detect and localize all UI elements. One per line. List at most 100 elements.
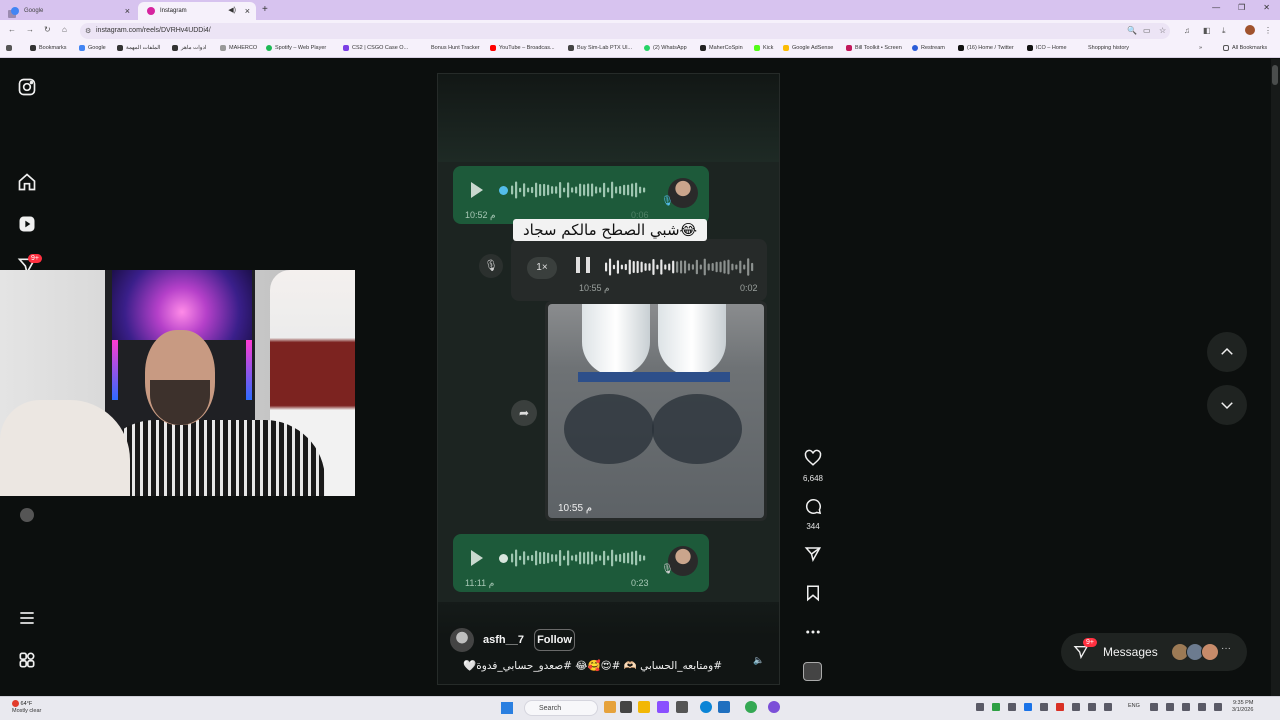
bookmark-item[interactable]: ادوات ماهر: [172, 45, 206, 51]
bookmark-item[interactable]: (16) Home / Twitter: [958, 45, 1014, 51]
previous-reel-button[interactable]: [1207, 332, 1247, 372]
browser-menu-icon[interactable]: ⋮: [1264, 26, 1272, 35]
all-bookmarks[interactable]: All Bookmarks: [1223, 45, 1267, 51]
save-button[interactable]: [802, 584, 824, 607]
tray-icon[interactable]: [1008, 703, 1016, 711]
google-favicon-icon: [11, 7, 19, 15]
tray-icon[interactable]: [1056, 703, 1064, 711]
weather-desc: Mostly clear: [12, 707, 42, 714]
tray-icon[interactable]: [1088, 703, 1096, 711]
url-bar[interactable]: ⚙ instagram.com/reels/DVRHv4UDDi4/: [80, 23, 1170, 39]
input-language[interactable]: ENG: [1128, 703, 1140, 709]
bookmark-item[interactable]: Google: [79, 45, 106, 51]
bookmark-item[interactable]: Bookmarks: [30, 45, 67, 51]
windows-start-icon[interactable]: [501, 702, 513, 714]
more-options-button[interactable]: [802, 623, 824, 646]
forward-icon[interactable]: →: [26, 25, 34, 34]
bookmark-item[interactable]: Buy Sim-Lab PTX Ul...: [568, 45, 632, 51]
reels-icon[interactable]: [16, 213, 38, 235]
extensions-icon[interactable]: ◧: [1203, 26, 1211, 35]
tab-instagram[interactable]: Instagram ◀) ×: [138, 2, 256, 20]
bookmark-item[interactable]: Bonus Hunt Tracker: [422, 45, 480, 51]
next-reel-button[interactable]: [1207, 385, 1247, 425]
bookmark-item[interactable]: Google AdSense: [783, 45, 833, 51]
close-tab-icon[interactable]: ×: [125, 6, 130, 16]
page-scrollbar[interactable]: [1271, 59, 1280, 696]
bookmark-item[interactable]: MAHERCO: [220, 45, 257, 51]
volume-icon[interactable]: 🔈: [753, 655, 764, 666]
tray-icon[interactable]: [1104, 703, 1112, 711]
close-tab-icon[interactable]: ×: [245, 6, 250, 16]
bookmark-item[interactable]: (2) WhatsApp: [644, 45, 687, 51]
bookmarks-overflow-icon[interactable]: »: [1199, 45, 1202, 51]
reel-caption[interactable]: #ومتابعه_الحسابي 🫶🏻 #😍🥰😂 #صعدو_حسابي_فدو…: [460, 659, 722, 672]
new-tab-button[interactable]: +: [262, 4, 268, 15]
site-info-icon[interactable]: ⚙: [85, 27, 91, 35]
tab-audio-icon[interactable]: ◀): [228, 6, 236, 14]
author-avatar[interactable]: [450, 628, 474, 652]
messages-button[interactable]: 9+ Messages ···: [1061, 633, 1247, 671]
file-explorer-icon[interactable]: [638, 701, 650, 713]
author-username[interactable]: asfh__7: [483, 634, 524, 646]
more-menu-icon[interactable]: [16, 607, 38, 629]
tray-icon[interactable]: [1198, 703, 1206, 711]
bookmark-item[interactable]: MaherCoSpin: [700, 45, 743, 51]
bookmark-item[interactable]: ICO – Home: [1027, 45, 1067, 51]
original-audio-thumbnail[interactable]: [803, 662, 822, 681]
edge-icon[interactable]: [700, 701, 712, 713]
media-control-icon[interactable]: ♫: [1184, 26, 1190, 35]
home-icon[interactable]: [16, 171, 38, 193]
reload-icon[interactable]: ↻: [44, 25, 51, 34]
profile-avatar[interactable]: [20, 508, 34, 522]
bookmark-item[interactable]: YouTube – Broadcas...: [490, 45, 555, 51]
taskbar-search[interactable]: Search: [524, 700, 598, 716]
bookmark-item[interactable]: Kick: [754, 45, 773, 51]
bookmark-item[interactable]: CS2 | CSGO Case O...: [343, 45, 408, 51]
downloads-icon[interactable]: ⤓: [1222, 26, 1226, 36]
share-button[interactable]: [802, 545, 824, 568]
tank-shadow: [652, 394, 742, 464]
apps-icon[interactable]: [6, 45, 12, 51]
tray-icon[interactable]: [1214, 703, 1222, 711]
scrollbar-thumb[interactable]: [1272, 65, 1278, 85]
back-icon[interactable]: ←: [8, 25, 16, 34]
volume-icon[interactable]: [1166, 703, 1174, 711]
profile-avatar[interactable]: [1245, 25, 1255, 35]
bookmark-star-icon[interactable]: ☆: [1159, 26, 1166, 35]
tray-icon[interactable]: [1040, 703, 1048, 711]
bookmark-item[interactable]: الملفات المهمة: [117, 45, 160, 51]
tray-icon[interactable]: [1024, 703, 1032, 711]
tab-google[interactable]: Google ×: [2, 2, 136, 20]
wifi-icon[interactable]: [1150, 703, 1158, 711]
bookmark-item[interactable]: Bill Toolkit • Screen: [846, 45, 902, 51]
taskbar-clock[interactable]: 9:35 PM 3/1/2026: [1232, 700, 1253, 714]
bookmark-item[interactable]: Spotify – Web Player: [266, 45, 326, 51]
chrome-icon[interactable]: [745, 701, 757, 713]
like-button[interactable]: 6,648: [802, 449, 824, 483]
minimize-icon[interactable]: —: [1212, 3, 1220, 12]
tray-icon[interactable]: [992, 703, 1000, 711]
also-from-meta-icon[interactable]: [16, 649, 38, 671]
tray-icon[interactable]: [1072, 703, 1080, 711]
bookmark-item[interactable]: Shopping history: [1079, 45, 1129, 51]
close-window-icon[interactable]: ✕: [1263, 3, 1270, 12]
weather-widget[interactable]: 64°F Mostly clear: [12, 700, 41, 715]
app-icon[interactable]: [768, 701, 780, 713]
reel-video[interactable]: 🎙 10:52 م 0:06 🎙 1× 10:55 م 0:02 شبي الص…: [437, 73, 780, 685]
home-icon[interactable]: ⌂: [62, 25, 67, 34]
zoom-icon[interactable]: 🔍: [1127, 26, 1137, 35]
outlook-icon[interactable]: [718, 701, 730, 713]
cast-icon[interactable]: ▭: [1143, 26, 1151, 35]
instagram-logo-icon[interactable]: [16, 76, 38, 98]
app-icon[interactable]: [657, 701, 669, 713]
battery-icon[interactable]: [1182, 703, 1190, 711]
maximize-icon[interactable]: ❐: [1238, 3, 1245, 12]
task-view-icon[interactable]: [620, 701, 632, 713]
app-icon[interactable]: [676, 701, 688, 713]
widgets-icon[interactable]: [604, 701, 616, 713]
clock-date: 3/1/2026: [1232, 707, 1254, 713]
comment-button[interactable]: 344: [802, 497, 824, 531]
tray-icon[interactable]: [976, 703, 984, 711]
bookmark-item[interactable]: Restream: [912, 45, 945, 51]
follow-button[interactable]: Follow: [534, 629, 575, 651]
